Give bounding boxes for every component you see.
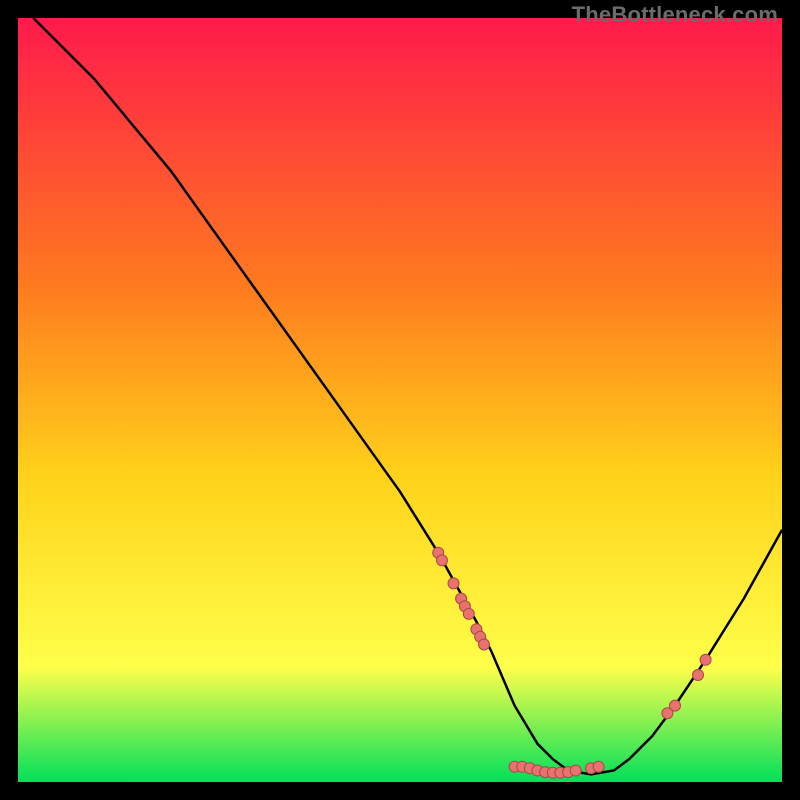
- data-marker: [448, 578, 459, 589]
- data-marker: [700, 654, 711, 665]
- bottleneck-chart: [18, 18, 782, 782]
- watermark-text: TheBottleneck.com: [572, 2, 778, 28]
- data-marker: [593, 761, 604, 772]
- data-marker: [437, 555, 448, 566]
- data-marker: [693, 670, 704, 681]
- data-marker: [479, 639, 490, 650]
- data-marker: [570, 765, 581, 776]
- data-marker: [463, 608, 474, 619]
- chart-frame: [18, 18, 782, 782]
- gradient-background: [18, 18, 782, 782]
- data-marker: [670, 700, 681, 711]
